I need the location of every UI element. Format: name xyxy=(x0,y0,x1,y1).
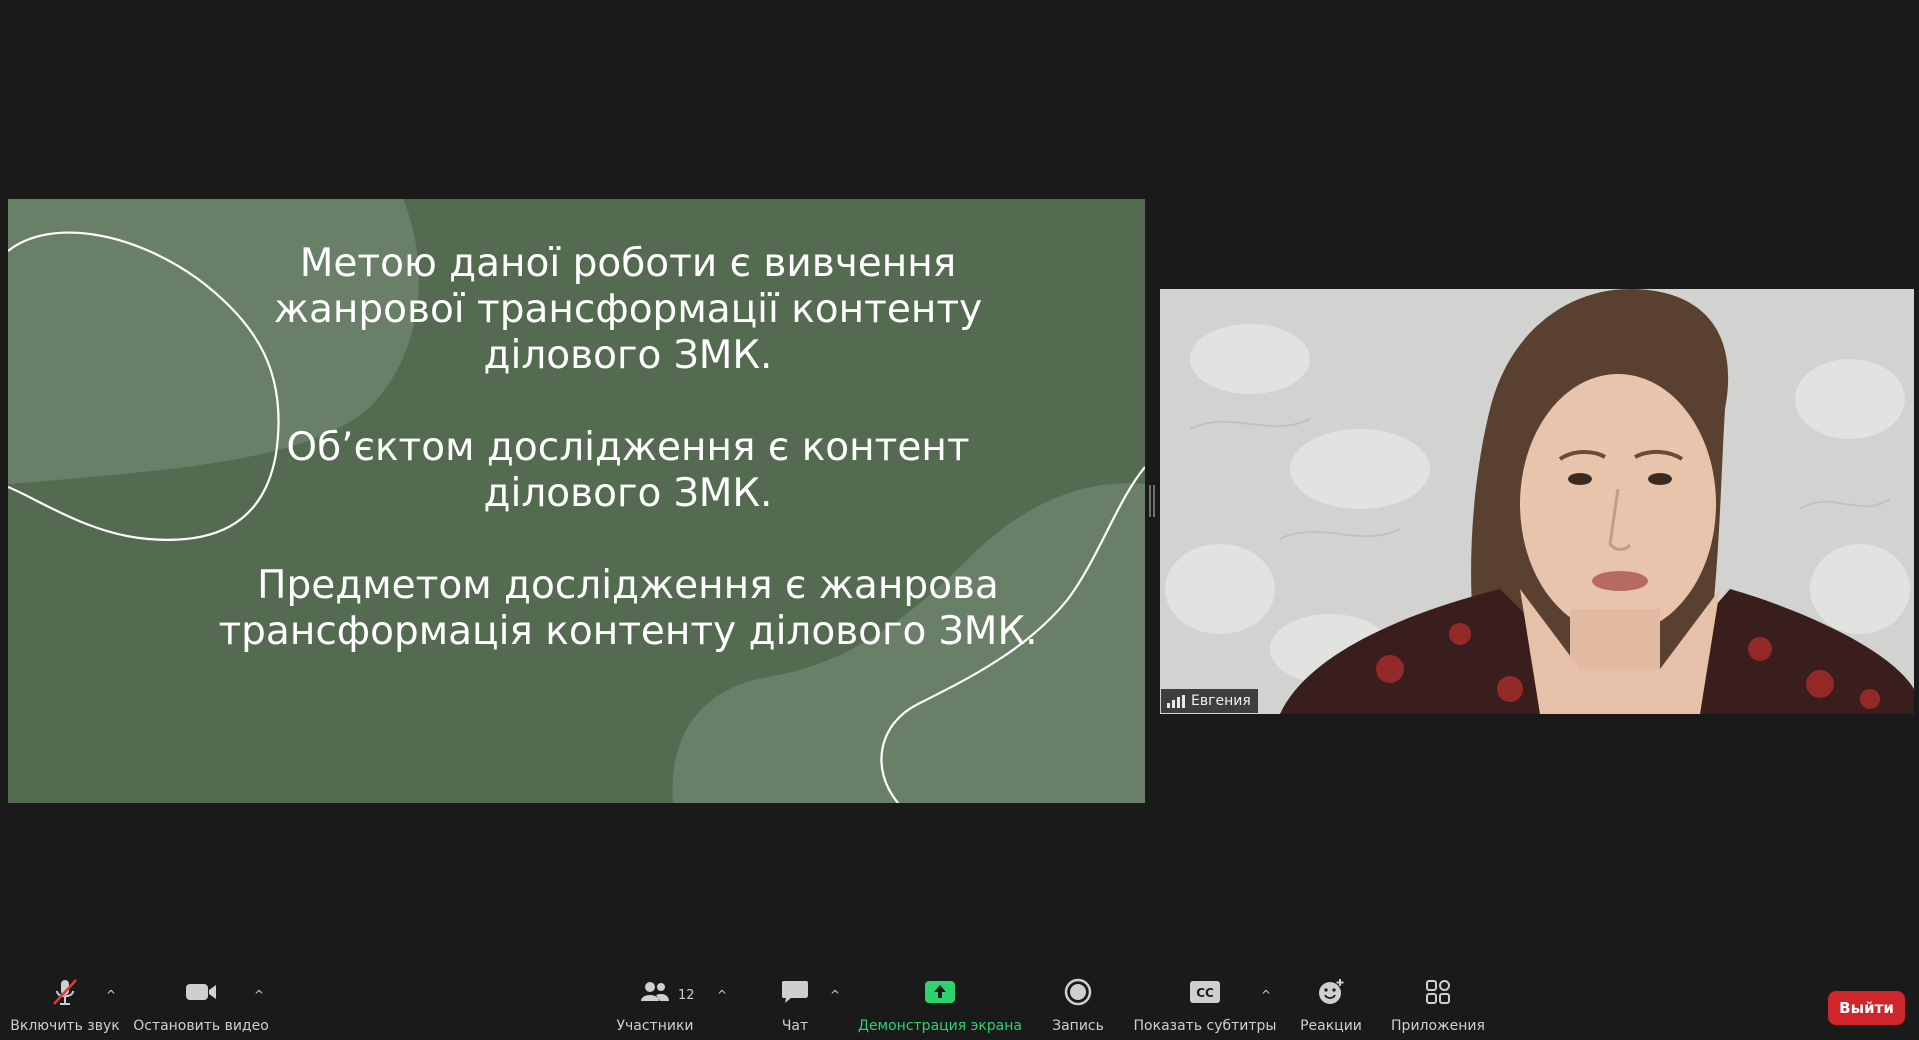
share-screen-icon xyxy=(924,974,956,1010)
participant-video-tile[interactable]: Евгения xyxy=(1160,289,1914,714)
stop-video-button[interactable]: Остановить видео xyxy=(133,966,269,1036)
slide-paragraph-goal: Метою даної роботи є вивчення жанрової т… xyxy=(273,241,983,378)
video-camera-icon xyxy=(184,974,218,1010)
slide-paragraph-object: Об’єктом дослідження є контент ділового … xyxy=(286,425,970,516)
chat-bubble-icon xyxy=(780,974,810,1010)
apps-label: Приложения xyxy=(1391,1018,1485,1034)
leave-meeting-button[interactable]: Выйти xyxy=(1828,991,1905,1025)
chat-options-chevron-up-icon[interactable]: ^ xyxy=(828,988,842,1002)
participant-video-image xyxy=(1160,289,1914,714)
record-label: Запись xyxy=(1052,1018,1104,1034)
smiley-plus-icon xyxy=(1316,974,1346,1010)
apps-button[interactable]: Приложения xyxy=(1388,966,1488,1036)
video-options-chevron-up-icon[interactable]: ^ xyxy=(252,988,266,1002)
meeting-toolbar: Включить звук ^ Остановить видео ^ Участ… xyxy=(0,964,1919,1040)
participant-name-tag: Евгения xyxy=(1161,689,1258,713)
shared-screen: Метою даної роботи є вивчення жанрової т… xyxy=(8,199,1145,803)
meeting-window: Метою даної роботи є вивчення жанрової т… xyxy=(0,0,1919,1040)
slide-text: Метою даної роботи є вивчення жанрової т… xyxy=(208,241,1048,655)
show-captions-button[interactable]: CC Показать субтитры xyxy=(1133,966,1277,1036)
closed-captions-icon: CC xyxy=(1189,974,1221,1010)
participants-label: Участники xyxy=(616,1018,694,1034)
participants-count: 12 xyxy=(678,988,695,1003)
slide-paragraph-subject: Предметом дослідження є жанрова трансфор… xyxy=(218,563,1038,654)
audio-options-chevron-up-icon[interactable]: ^ xyxy=(104,988,118,1002)
split-view-handle[interactable] xyxy=(1149,485,1155,517)
record-button[interactable]: Запись xyxy=(1048,966,1108,1036)
participant-name: Евгения xyxy=(1191,693,1251,709)
svg-text:CC: CC xyxy=(1196,986,1214,1000)
stop-video-label: Остановить видео xyxy=(133,1018,269,1034)
reactions-button[interactable]: Реакции xyxy=(1296,966,1366,1036)
unmute-label: Включить звук xyxy=(10,1018,120,1034)
muted-microphone-icon xyxy=(50,974,80,1010)
share-screen-button[interactable]: Демонстрация экрана xyxy=(855,966,1025,1036)
show-captions-label: Показать субтитры xyxy=(1133,1018,1277,1034)
chat-label: Чат xyxy=(781,1018,809,1034)
participants-icon xyxy=(638,974,672,1010)
reactions-label: Реакции xyxy=(1300,1018,1362,1034)
connection-signal-icon xyxy=(1167,694,1185,708)
participants-options-chevron-up-icon[interactable]: ^ xyxy=(715,988,729,1002)
chat-button[interactable]: Чат xyxy=(770,966,820,1036)
record-icon xyxy=(1064,974,1092,1010)
share-screen-label: Демонстрация экрана xyxy=(858,1018,1022,1034)
captions-options-chevron-up-icon[interactable]: ^ xyxy=(1259,988,1273,1002)
apps-icon xyxy=(1424,974,1452,1010)
